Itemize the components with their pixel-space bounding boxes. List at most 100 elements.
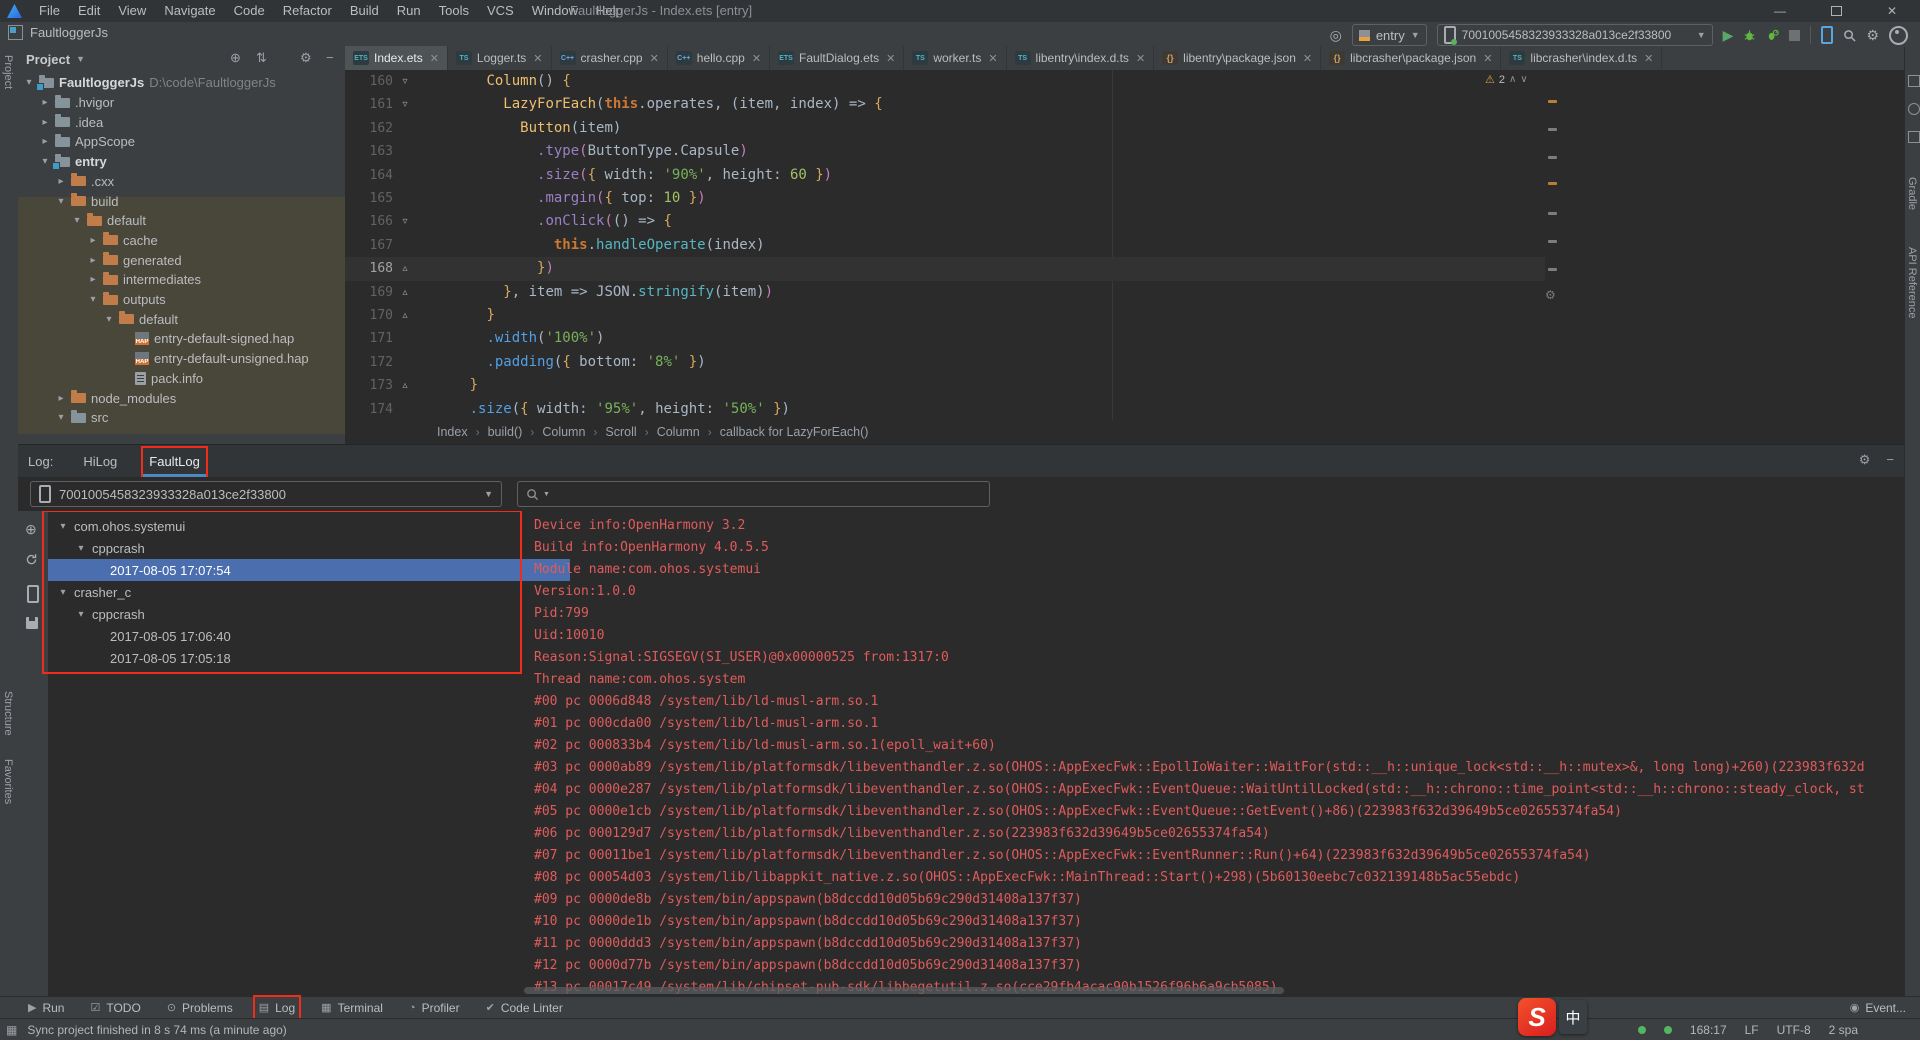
log-search-field[interactable]: ▼ xyxy=(517,481,990,507)
tool-window-button-todo[interactable]: ☑TODO xyxy=(90,1001,140,1015)
stripe-mark[interactable] xyxy=(1548,128,1557,131)
code-line[interactable]: 168▵ }) xyxy=(345,257,1904,280)
minimize-button[interactable]: — xyxy=(1752,0,1808,23)
menu-item-edit[interactable]: Edit xyxy=(69,0,109,22)
breadcrumb-item[interactable]: Column xyxy=(657,425,700,439)
log-settings-gear-icon[interactable]: ⚙ xyxy=(1859,452,1871,468)
tool-strip-favorites[interactable]: Favorites xyxy=(2,759,14,804)
menu-item-build[interactable]: Build xyxy=(341,0,388,22)
close-icon[interactable]: ✕ xyxy=(1303,52,1312,65)
tool-window-button-terminal[interactable]: ▦Terminal xyxy=(321,1001,383,1015)
tool-strip-gradle[interactable]: Gradle xyxy=(1906,177,1918,210)
tree-chevron-icon[interactable]: ▾ xyxy=(72,215,82,226)
close-icon[interactable]: ✕ xyxy=(1136,52,1145,65)
tool-window-button-run[interactable]: ▶Run xyxy=(28,1001,64,1015)
fold-marker-icon[interactable]: ▵ xyxy=(398,374,412,397)
tool-window-button-log[interactable]: ▤Log xyxy=(259,1001,295,1015)
tree-chevron-icon[interactable]: ▸ xyxy=(40,97,50,108)
project-tree-row[interactable]: ▸node_modules xyxy=(18,388,345,408)
tree-chevron-icon[interactable]: ▸ xyxy=(56,393,66,404)
stripe-mark[interactable] xyxy=(1548,240,1557,243)
project-tree-row[interactable]: ▾default xyxy=(18,309,345,329)
tool-window-switcher-icon[interactable]: ▦ xyxy=(6,1023,17,1037)
tree-chevron-icon[interactable]: ▸ xyxy=(88,274,98,285)
code-line[interactable]: 163 .type(ButtonType.Capsule) xyxy=(345,140,1904,163)
menu-item-code[interactable]: Code xyxy=(225,0,274,22)
project-tree-row[interactable]: ▾default xyxy=(18,211,345,231)
code-editor[interactable]: 160▿ Column() {161▿ LazyForEach(this.ope… xyxy=(345,70,1904,420)
layers-icon[interactable] xyxy=(1908,131,1920,143)
project-tree-row[interactable]: ▾FaultloggerJs D:\code\FaultloggerJs xyxy=(18,73,345,93)
close-icon[interactable]: ✕ xyxy=(430,52,439,65)
tree-chevron-icon[interactable]: ▾ xyxy=(56,196,66,207)
fold-marker-icon[interactable]: ▵ xyxy=(398,257,412,280)
run-config-select[interactable]: entry ▼ xyxy=(1352,24,1427,46)
close-icon[interactable]: ✕ xyxy=(533,52,542,65)
tool-strip-project[interactable]: Project xyxy=(2,55,14,89)
menu-item-navigate[interactable]: Navigate xyxy=(155,0,224,22)
menu-item-tools[interactable]: Tools xyxy=(430,0,478,22)
log-tab-faultlog[interactable]: FaultLog xyxy=(147,452,202,471)
tree-chevron-icon[interactable]: ▾ xyxy=(56,412,66,423)
log-tab-hilog[interactable]: HiLog xyxy=(81,452,119,471)
ime-lang-badge[interactable]: 中 xyxy=(1559,1000,1587,1034)
account-avatar[interactable] xyxy=(1889,26,1908,45)
panel-settings-gear-icon[interactable]: ⚙ xyxy=(300,50,312,66)
code-line[interactable]: 165 .margin({ top: 10 }) xyxy=(345,187,1904,210)
code-line[interactable]: 161▿ LazyForEach(this.operates, (item, i… xyxy=(345,93,1904,116)
warning-stripe-mark[interactable] xyxy=(1548,182,1557,185)
next-problem-icon[interactable]: ∨ xyxy=(1520,74,1527,85)
project-tree-row[interactable]: ▸.hvigor xyxy=(18,93,345,113)
editor-tab[interactable]: ETSFaultDialog.ets✕ xyxy=(770,46,904,70)
assistant-icon[interactable] xyxy=(1908,103,1920,115)
tree-chevron-icon[interactable]: ▸ xyxy=(40,117,50,128)
breadcrumb-item[interactable]: Column xyxy=(542,425,585,439)
menu-item-refactor[interactable]: Refactor xyxy=(274,0,341,22)
notifications-icon[interactable] xyxy=(1908,75,1920,87)
horizontal-scrollbar[interactable] xyxy=(524,987,1284,994)
fold-marker-icon[interactable]: ▿ xyxy=(398,93,412,116)
breadcrumb-item[interactable]: Index xyxy=(437,425,468,439)
tree-chevron-icon[interactable]: ▾ xyxy=(40,156,50,167)
code-line[interactable]: 174 .size({ width: '95%', height: '50%' … xyxy=(345,398,1904,420)
editor-tab[interactable]: {}libentry\package.json✕ xyxy=(1154,46,1321,70)
hide-panel-icon[interactable]: − xyxy=(326,50,334,65)
code-line[interactable]: 169▵ }, item => JSON.stringify(item)) xyxy=(345,281,1904,304)
log-hide-icon[interactable]: − xyxy=(1886,452,1894,468)
close-icon[interactable]: ✕ xyxy=(650,52,659,65)
breadcrumb-item[interactable]: callback for LazyForEach() xyxy=(720,425,869,439)
fold-marker-icon[interactable]: ▿ xyxy=(398,210,412,233)
code-line[interactable]: 160▿ Column() { xyxy=(345,70,1904,93)
code-line[interactable]: 167 this.handleOperate(index) xyxy=(345,234,1904,257)
project-tree-row[interactable]: ▸.cxx xyxy=(18,172,345,192)
editor-tab[interactable]: TSworker.ts✕ xyxy=(904,46,1006,70)
chevron-down-icon[interactable]: ▼ xyxy=(76,54,85,64)
stripe-mark[interactable] xyxy=(1548,156,1557,159)
maximize-button[interactable] xyxy=(1808,0,1864,23)
fold-marker-icon[interactable]: ▵ xyxy=(398,304,412,327)
tool-window-button-code-linter[interactable]: ✔Code Linter xyxy=(486,1001,563,1015)
project-tree-row[interactable]: ▸generated xyxy=(18,250,345,270)
stripe-mark[interactable] xyxy=(1548,268,1557,271)
code-line[interactable]: 173▵ } xyxy=(345,374,1904,397)
editor-tab[interactable]: C++crasher.cpp✕ xyxy=(552,46,668,70)
refresh-icon[interactable] xyxy=(25,553,38,566)
project-tree-row[interactable]: pack.info xyxy=(18,369,345,389)
project-tree-row[interactable]: ▾entry xyxy=(18,152,345,172)
menu-item-view[interactable]: View xyxy=(109,0,155,22)
prev-problem-icon[interactable]: ∧ xyxy=(1509,74,1516,85)
project-tree-row[interactable]: ▸cache xyxy=(18,231,345,251)
scroll-to-end-icon[interactable]: ⊕ xyxy=(25,521,37,538)
indent-setting[interactable]: 2 spa xyxy=(1829,1023,1858,1037)
search-icon[interactable] xyxy=(1843,29,1856,42)
save-log-icon[interactable] xyxy=(26,617,38,629)
editor-tab[interactable]: TSlibentry\index.d.ts✕ xyxy=(1007,46,1155,70)
editor-tab[interactable]: ETSIndex.ets✕ xyxy=(345,46,448,70)
tree-chevron-icon[interactable]: ▾ xyxy=(24,77,34,88)
warning-stripe-mark[interactable] xyxy=(1548,100,1557,103)
device-phone-icon[interactable] xyxy=(27,585,39,603)
locate-file-icon[interactable]: ⊕ xyxy=(230,50,241,66)
code-line[interactable]: 164 .size({ width: '90%', height: 60 }) xyxy=(345,164,1904,187)
tool-strip-structure[interactable]: Structure xyxy=(2,691,14,736)
editor-tab[interactable]: {}libcrasher\package.json✕ xyxy=(1321,46,1501,70)
